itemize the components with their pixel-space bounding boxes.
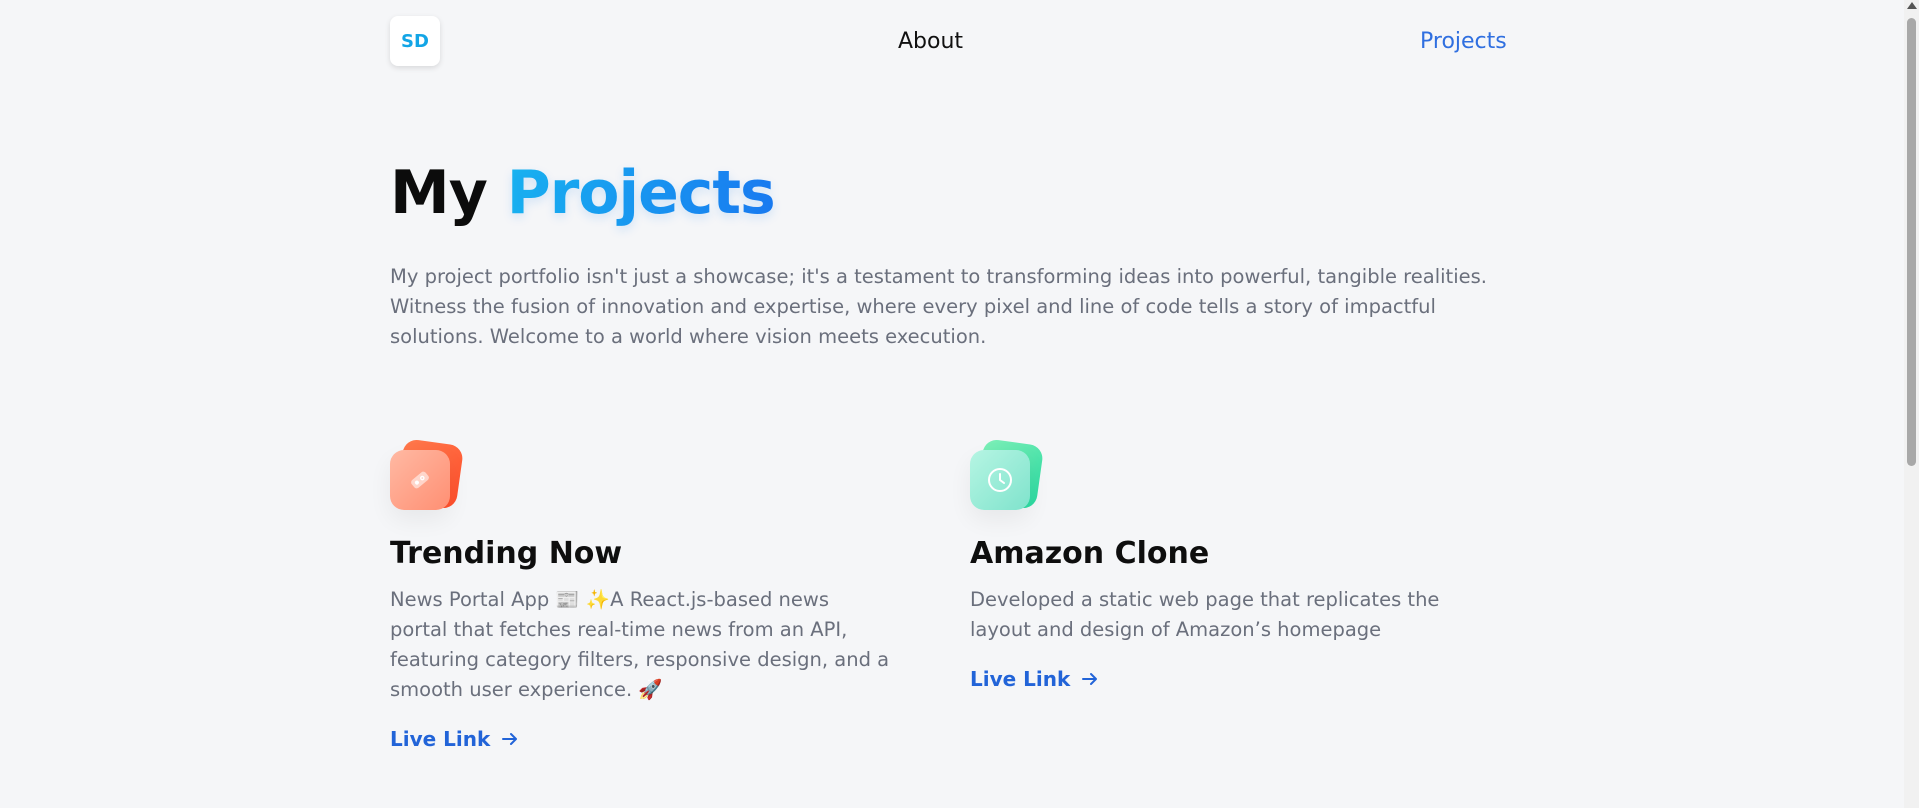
live-link-button[interactable]: Live Link: [390, 727, 520, 751]
project-icon: [390, 438, 465, 514]
project-card-trending-now: Trending Now News Portal App 📰 ✨A React.…: [390, 438, 910, 751]
project-description: News Portal App 📰 ✨A React.js-based news…: [390, 588, 890, 701]
tag-icon: [390, 450, 450, 510]
arrow-right-icon: [1080, 669, 1100, 689]
project-title: Amazon Clone: [970, 536, 1210, 571]
logo-button[interactable]: SD: [390, 16, 440, 66]
page-title: My Projects: [390, 158, 776, 228]
live-link-button[interactable]: Live Link: [970, 667, 1100, 691]
clock-icon: [970, 450, 1030, 510]
live-link-label: Live Link: [970, 667, 1071, 691]
page-description: My project portfolio isn't just a showca…: [390, 265, 1487, 348]
scroll-up-icon[interactable]: [1907, 2, 1917, 9]
arrow-right-icon: [500, 729, 520, 749]
top-nav: SD About Projects: [390, 16, 1510, 68]
nav-link-about[interactable]: About: [898, 29, 963, 54]
page-title-accent: Projects: [506, 158, 776, 228]
nav-link-projects[interactable]: Projects: [1420, 29, 1507, 54]
project-title: Trending Now: [390, 536, 623, 571]
scroll-thumb[interactable]: [1907, 18, 1916, 466]
project-card-amazon-clone: Amazon Clone Developed a static web page…: [970, 438, 1490, 691]
project-icon: [970, 438, 1045, 514]
page: SD About Projects My Projects My project…: [0, 0, 1904, 808]
project-description: Developed a static web page that replica…: [970, 588, 1440, 641]
page-title-plain: My: [390, 158, 488, 228]
live-link-label: Live Link: [390, 727, 491, 751]
vertical-scrollbar[interactable]: [1904, 0, 1919, 808]
